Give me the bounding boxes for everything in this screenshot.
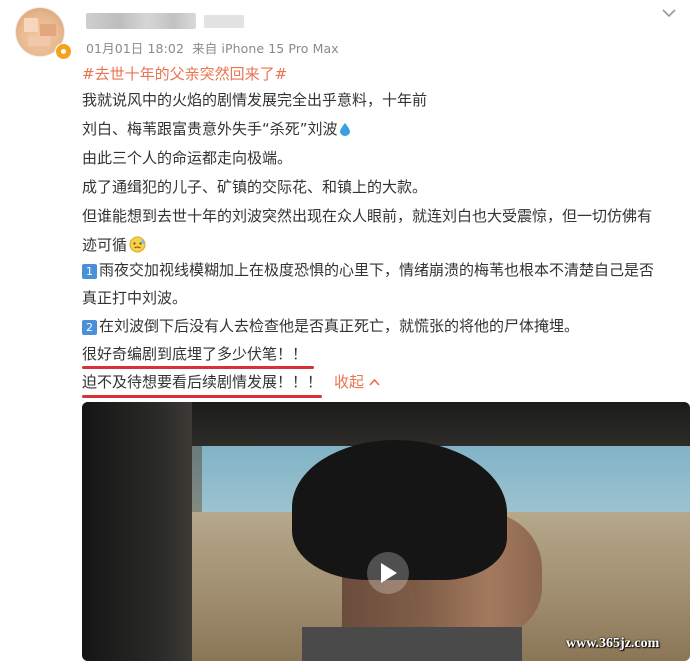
post-text-line: 迫不及待想要看后续剧情发展！！！ 收起 — [82, 372, 380, 392]
post-date: 01月01日 — [86, 41, 144, 56]
video-player[interactable] — [82, 402, 690, 661]
play-icon[interactable] — [367, 552, 409, 594]
water-drop-emoji-icon — [339, 123, 350, 136]
verified-badge-icon — [55, 43, 72, 60]
post-text-line: 1 雨夜交加视线模糊加上在极度恐惧的心里下，情绪崩溃的梅苇也根本不清楚自己是否 — [82, 260, 654, 280]
number-one-badge-icon: 1 — [82, 264, 97, 279]
post-text-line: 由此三个人的命运都走向极端。 — [82, 149, 293, 167]
post-text-line: 成了通缉犯的儿子、矿镇的交际花、和镇上的大款。 — [82, 178, 428, 196]
username-blurred[interactable] — [86, 13, 196, 29]
chevron-down-icon[interactable] — [662, 8, 676, 18]
user-badge-blurred — [204, 15, 244, 28]
post-text-line: 刘白、梅苇跟富贵意外失手“杀死”刘波 — [82, 119, 350, 139]
number-two-badge-icon: 2 — [82, 320, 97, 335]
post-text-line: 迹可循 — [82, 235, 146, 255]
highlight-underline — [82, 366, 314, 369]
sweat-emoji-icon — [129, 236, 146, 253]
watermark: www.365jz.com — [566, 636, 660, 651]
topic-hashtag[interactable]: #去世十年的父亲突然回来了# — [82, 63, 287, 84]
collapse-link[interactable]: 收起 — [334, 373, 380, 391]
post-text-line: 2 在刘波倒下后没有人去检查他是否真正死亡，就慌张的将他的尸体掩埋。 — [82, 316, 579, 336]
chevron-up-icon — [369, 378, 380, 386]
highlight-underline — [82, 395, 322, 398]
post-text-line: 真正打中刘波。 — [82, 289, 188, 307]
post-time: 18:02 — [147, 41, 185, 56]
post-text-line: 很好奇编剧到底埋了多少伏笔！！ — [82, 345, 308, 363]
post-text-line: 但谁能想到去世十年的刘波突然出现在众人眼前，就连刘白也大受震惊，但一切仿佛有 — [82, 207, 653, 225]
post-text-line: 我就说风中的火焰的剧情发展完全出乎意料，十年前 — [82, 91, 428, 109]
post-meta: 01月01日 18:02 来自 iPhone 15 Pro Max — [86, 38, 339, 57]
post-source: 来自 iPhone 15 Pro Max — [192, 41, 339, 56]
